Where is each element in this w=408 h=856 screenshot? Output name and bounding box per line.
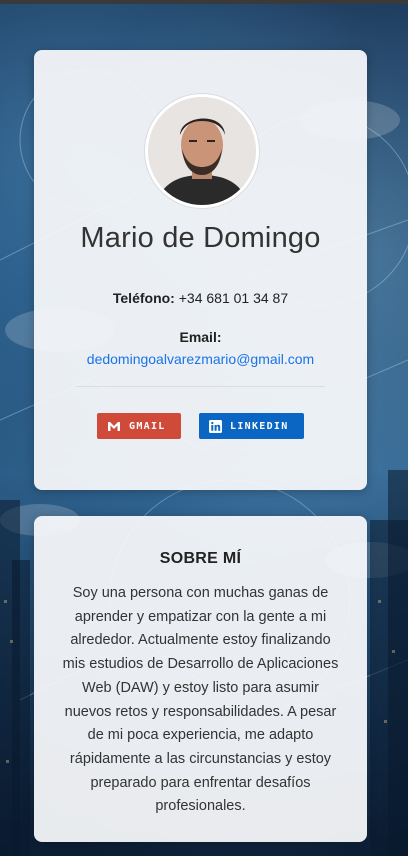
gmail-icon xyxy=(107,421,121,432)
email-link[interactable]: dedomingoalvarezmario@gmail.com xyxy=(34,351,367,367)
gmail-button[interactable]: GMAIL xyxy=(97,413,181,439)
divider xyxy=(76,386,325,387)
about-card: SOBRE MÍ Soy una persona con muchas gana… xyxy=(34,516,367,842)
profile-card: Mario de Domingo Teléfono: +34 681 01 34… xyxy=(34,50,367,490)
phone-value: +34 681 01 34 87 xyxy=(178,290,289,306)
about-text: Soy una persona con muchas ganas de apre… xyxy=(62,585,339,815)
top-bar xyxy=(0,0,408,4)
about-title: SOBRE MÍ xyxy=(159,550,242,567)
email-label: Email: xyxy=(179,329,222,345)
phone-label: Teléfono: xyxy=(112,290,175,306)
gmail-button-label: GMAIL xyxy=(129,420,166,432)
linkedin-button-label: LINKEDIN xyxy=(230,420,289,432)
avatar xyxy=(145,94,259,208)
phone-line: Teléfono: +34 681 01 34 87 xyxy=(34,290,367,306)
linkedin-button[interactable]: LINKEDIN xyxy=(199,413,304,439)
avatar-portrait-icon xyxy=(148,97,256,205)
linkedin-icon xyxy=(209,419,222,433)
profile-name: Mario de Domingo xyxy=(80,222,321,254)
